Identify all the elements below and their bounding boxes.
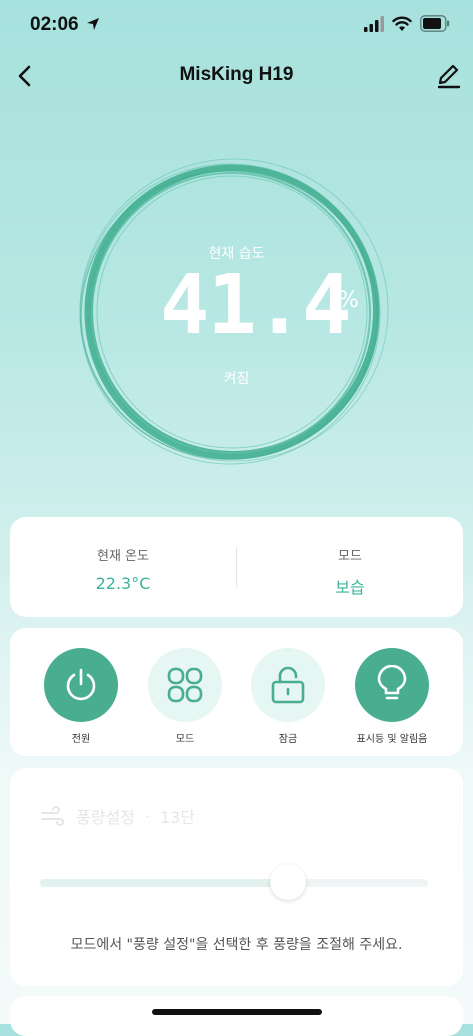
mode-label: 모드 bbox=[338, 549, 362, 564]
home-indicator[interactable] bbox=[152, 1009, 322, 1015]
mode-stat: 모드 보습 bbox=[237, 517, 463, 598]
humidity-value: 41.4 bbox=[160, 258, 351, 353]
fan-slider-track[interactable] bbox=[40, 864, 428, 900]
lightbulb-icon bbox=[377, 665, 407, 700]
lock-button[interactable]: 잠금 bbox=[233, 648, 343, 745]
lock-button-label: 잠금 bbox=[278, 734, 298, 745]
fan-slider-thumb[interactable] bbox=[270, 864, 307, 900]
mode-button-label: 모드 bbox=[175, 734, 195, 745]
fan-title: 풍량설정 bbox=[76, 808, 135, 827]
edit-pencil-icon[interactable] bbox=[436, 62, 462, 90]
fan-slider-fill bbox=[40, 879, 289, 887]
humidity-unit: % bbox=[338, 288, 359, 313]
unlock-icon bbox=[271, 666, 305, 704]
temperature-stat: 현재 온도 22.3°C bbox=[10, 517, 236, 593]
fan-separator: · bbox=[144, 806, 150, 826]
light-sound-button[interactable]: 표시등 및 알림음 bbox=[337, 648, 447, 745]
bottom-card bbox=[10, 996, 463, 1036]
mode-value: 보습 bbox=[335, 578, 365, 597]
app-header: MisKing H19 bbox=[0, 52, 473, 100]
power-button-circle[interactable] bbox=[44, 648, 118, 722]
light-sound-button-circle[interactable] bbox=[355, 648, 429, 722]
status-time: 02:06 bbox=[30, 14, 79, 35]
info-card: 현재 온도 22.3°C 모드 보습 bbox=[10, 517, 463, 617]
power-button-label: 전원 bbox=[71, 734, 91, 745]
power-state: 켜짐 bbox=[223, 371, 250, 387]
fan-card: 풍량설정 · 13단 모드에서 "풍량 설정"을 선택한 후 풍량을 조절해 주… bbox=[10, 768, 463, 986]
mode-button[interactable]: 모드 bbox=[130, 648, 240, 745]
fan-hint: 모드에서 "풍량 설정"을 선택한 후 풍량을 조절해 주세요. bbox=[70, 937, 403, 953]
wind-icon bbox=[41, 806, 64, 826]
status-bar: 02:06 bbox=[0, 0, 473, 52]
temperature-value: 22.3°C bbox=[95, 574, 151, 593]
controls-card: 전원 모드 잠금 표시등 및 알림음 bbox=[10, 628, 463, 756]
page-title: MisKing H19 bbox=[179, 64, 294, 85]
power-icon bbox=[66, 668, 96, 701]
mode-grid-icon bbox=[167, 667, 203, 703]
light-sound-button-label: 표시등 및 알림음 bbox=[356, 734, 428, 745]
lock-button-circle[interactable] bbox=[251, 648, 325, 722]
battery-icon bbox=[420, 15, 450, 32]
wifi-icon bbox=[392, 16, 412, 31]
cellular-signal-icon bbox=[364, 16, 384, 32]
mode-button-circle[interactable] bbox=[148, 648, 222, 722]
location-arrow-icon bbox=[87, 18, 99, 30]
fan-level: 13단 bbox=[159, 808, 196, 827]
fan-header: 풍량설정 · 13단 bbox=[40, 804, 195, 828]
temperature-label: 현재 온도 bbox=[97, 549, 149, 564]
power-button[interactable]: 전원 bbox=[26, 648, 136, 745]
